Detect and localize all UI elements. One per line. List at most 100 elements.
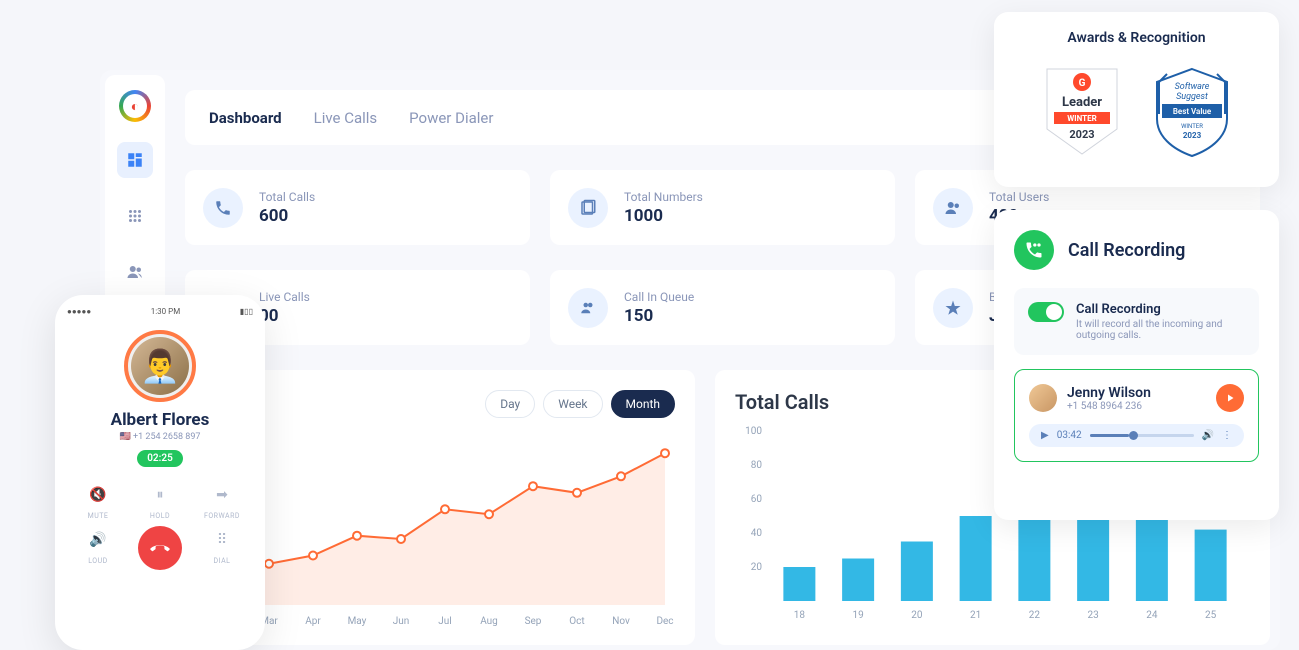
svg-text:21: 21	[970, 610, 981, 621]
svg-text:Best Value: Best Value	[1172, 107, 1211, 116]
period-week[interactable]: Week	[543, 390, 602, 418]
speaker-icon: 🔊	[84, 526, 112, 554]
svg-text:20: 20	[911, 610, 923, 621]
svg-text:23: 23	[1088, 610, 1099, 621]
sidebar-dashboard[interactable]	[117, 142, 153, 178]
tab-power-dialer[interactable]: Power Dialer	[409, 109, 493, 127]
caller-number: 🇺🇸 +1 254 2658 897	[67, 432, 253, 442]
caller-avatar: 👨‍💼	[124, 330, 196, 402]
stat-value: 1000	[624, 206, 703, 226]
battery-icon: ▮▯▯	[240, 307, 253, 316]
hold-button[interactable]: ⏸HOLD	[129, 481, 191, 520]
svg-text:Leader: Leader	[1061, 95, 1101, 110]
svg-text:2023: 2023	[1069, 128, 1094, 141]
sidebar-users[interactable]	[117, 254, 153, 290]
svg-text:60: 60	[751, 494, 763, 505]
signal-icon: ●●●●●	[67, 307, 91, 316]
recording-toggle-card: Call Recording It will record all the in…	[1014, 288, 1259, 355]
stat-call-in-queue: Call In Queue 150	[550, 270, 895, 345]
svg-text:25: 25	[1205, 610, 1217, 621]
svg-text:Dec: Dec	[656, 616, 673, 627]
toggle-subtitle: It will record all the incoming and outg…	[1076, 319, 1245, 341]
svg-text:Software: Software	[1174, 82, 1209, 92]
recording-contact-card: Jenny Wilson +1 548 8964 236 ▶ 03:42 🔊 ⋮	[1014, 369, 1259, 462]
stat-label: Call In Queue	[624, 290, 694, 304]
call-recording-panel: Call Recording Call Recording It will re…	[994, 210, 1279, 520]
software-suggest-badge: Software Suggest Best Value WINTER 2023	[1147, 64, 1237, 164]
stat-total-calls: Total Calls 600	[185, 170, 530, 245]
phone-time: 1:30 PM	[151, 307, 180, 316]
dial-button[interactable]: ⠿DIAL	[191, 526, 253, 570]
svg-text:Apr: Apr	[305, 616, 321, 627]
svg-text:Jun: Jun	[393, 616, 410, 627]
dialpad-icon: ⠿	[208, 526, 236, 554]
svg-text:Aug: Aug	[480, 616, 498, 627]
svg-text:20: 20	[751, 562, 763, 573]
period-day[interactable]: Day	[485, 390, 535, 418]
phone-controls: 🔇MUTE ⏸HOLD ➡FORWARD 🔊LOUD ⠿DIAL	[67, 481, 253, 570]
numbers-icon	[568, 188, 608, 228]
stat-label: Total Users	[989, 190, 1049, 204]
volume-icon[interactable]: 🔊	[1202, 430, 1214, 441]
audio-scrubber[interactable]	[1090, 434, 1194, 437]
toggle-title: Call Recording	[1076, 302, 1245, 317]
play-button[interactable]	[1216, 384, 1244, 412]
line-chart: ebMarAprMayJunJulAugSepOctNovDec	[205, 430, 675, 630]
stat-label: Total Numbers	[624, 190, 703, 204]
sidebar-dialpad[interactable]	[117, 198, 153, 234]
forward-button[interactable]: ➡FORWARD	[191, 481, 253, 520]
chart-title: Total Calls	[735, 390, 829, 414]
svg-text:80: 80	[751, 460, 763, 471]
stat-value: 150	[624, 306, 694, 326]
svg-text:Sep: Sep	[525, 616, 542, 627]
period-month[interactable]: Month	[611, 390, 675, 418]
stat-value: 00	[259, 306, 310, 326]
call-duration: 02:25	[137, 450, 183, 467]
period-selector: Day Week Month	[485, 390, 675, 418]
star-icon	[933, 288, 973, 328]
phone-icon	[203, 188, 243, 228]
loud-button[interactable]: 🔊LOUD	[67, 526, 129, 570]
stat-label: Live Calls	[259, 290, 310, 304]
svg-text:WINTER: WINTER	[1067, 114, 1096, 123]
audio-menu-icon[interactable]: ⋮	[1222, 430, 1232, 441]
hangup-button[interactable]	[129, 526, 191, 570]
phone-mockup: ●●●●● 1:30 PM ▮▯▯ 👨‍💼 Albert Flores 🇺🇸 +…	[55, 295, 265, 650]
recording-title: Call Recording	[1068, 240, 1185, 261]
recording-toggle[interactable]	[1028, 302, 1064, 322]
audio-time: 03:42	[1057, 430, 1082, 441]
svg-text:G: G	[1078, 78, 1085, 89]
g2-badge: G Leader WINTER 2023	[1037, 64, 1127, 164]
stat-label: Total Calls	[259, 190, 315, 204]
svg-text:24: 24	[1146, 610, 1158, 621]
users-icon	[933, 188, 973, 228]
mute-button[interactable]: 🔇MUTE	[67, 481, 129, 520]
awards-panel: Awards & Recognition G Leader WINTER 202…	[994, 12, 1279, 187]
tab-dashboard[interactable]: Dashboard	[209, 109, 282, 127]
caller-name: Albert Flores	[67, 410, 253, 430]
stat-value: 600	[259, 206, 315, 226]
contact-avatar	[1029, 384, 1057, 412]
svg-text:2023: 2023	[1182, 131, 1201, 140]
stat-total-numbers: Total Numbers 1000	[550, 170, 895, 245]
phone-statusbar: ●●●●● 1:30 PM ▮▯▯	[67, 307, 253, 316]
hangup-icon	[138, 526, 182, 570]
svg-text:Nov: Nov	[612, 616, 630, 627]
audio-play-icon[interactable]: ▶	[1041, 430, 1049, 441]
audio-player[interactable]: ▶ 03:42 🔊 ⋮	[1029, 424, 1244, 447]
svg-text:May: May	[348, 616, 367, 627]
svg-text:WINTER: WINTER	[1181, 123, 1203, 130]
forward-icon: ➡	[208, 481, 236, 509]
app-logo: ◐	[119, 90, 151, 122]
svg-text:19: 19	[853, 610, 864, 621]
awards-title: Awards & Recognition	[1012, 30, 1261, 46]
contact-name: Jenny Wilson	[1067, 385, 1151, 401]
queue-icon	[568, 288, 608, 328]
svg-text:40: 40	[751, 528, 763, 539]
svg-text:Jul: Jul	[438, 616, 451, 627]
svg-text:Oct: Oct	[569, 616, 584, 627]
tab-live-calls[interactable]: Live Calls	[314, 109, 378, 127]
voicemail-icon	[1014, 230, 1054, 270]
svg-text:100: 100	[745, 426, 762, 437]
mute-icon: 🔇	[84, 481, 112, 509]
